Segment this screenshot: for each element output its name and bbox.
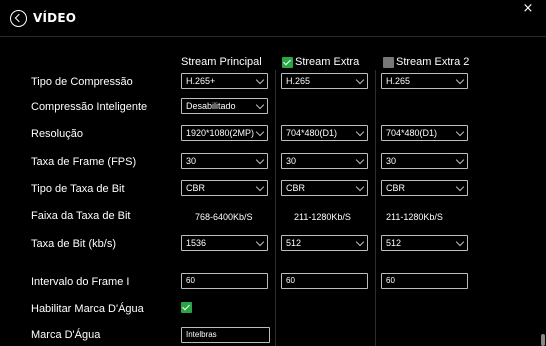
select-value: 30 [186, 156, 197, 166]
chevron-down-icon [355, 237, 365, 247]
chevron-down-icon [455, 182, 465, 192]
column-header-label: Stream Extra 2 [396, 56, 470, 68]
select-value: 704*480(D1) [386, 128, 438, 138]
title-bar: VÍDEO × [0, 0, 546, 36]
bitrate-range-extra: 211-1280Kb/S [294, 212, 351, 222]
close-icon[interactable]: × [522, 2, 534, 16]
label-frame-rate: Taxa de Frame (FPS) [31, 156, 137, 168]
column-header-stream-extra: Stream Extra [282, 56, 359, 68]
column-divider [375, 70, 376, 346]
chevron-down-icon [355, 127, 365, 137]
label-i-frame-interval: Intervalo do Frame I [31, 276, 130, 288]
chevron-down-icon [255, 182, 265, 192]
back-arrow-circle-icon[interactable] [10, 10, 27, 27]
label-bitrate-range: Faixa da Taxa de Bit [31, 210, 131, 222]
label-bitrate-type: Tipo de Taxa de Bit [31, 183, 125, 195]
scrollbar-thumb[interactable] [541, 334, 545, 346]
chevron-down-icon [255, 155, 265, 165]
i-frame-interval-input-extra2[interactable]: 60 [381, 273, 468, 289]
bitrate-type-select-extra2[interactable]: CBR [381, 180, 468, 196]
bitrate-type-select-main[interactable]: CBR [181, 180, 268, 196]
select-value: CBR [286, 183, 306, 193]
label-bitrate: Taxa de Bit (kb/s) [31, 238, 116, 250]
frame-rate-select-main[interactable]: 30 [181, 153, 268, 169]
bitrate-select-main[interactable]: 1536 [181, 235, 268, 251]
resolution-select-extra2[interactable]: 704*480(D1) [381, 125, 468, 141]
label-compression-type: Tipo de Compressão [31, 76, 133, 88]
chevron-down-icon [255, 100, 265, 110]
resolution-select-main[interactable]: 1920*1080(2MP) [181, 125, 268, 141]
frame-rate-select-extra[interactable]: 30 [281, 153, 368, 169]
select-value: H.265+ [186, 76, 216, 86]
select-value: 30 [386, 156, 397, 166]
bitrate-select-extra[interactable]: 512 [281, 235, 368, 251]
select-value: 512 [286, 238, 302, 248]
column-header-stream-principal: Stream Principal [181, 56, 262, 68]
i-frame-interval-input-extra[interactable]: 60 [281, 273, 368, 289]
select-value: 1920*1080(2MP) [186, 128, 255, 138]
column-header-label: Stream Principal [181, 56, 262, 68]
bitrate-select-extra2[interactable]: 512 [381, 235, 468, 251]
chevron-down-icon [255, 75, 265, 85]
bitrate-range-extra2: 211-1280Kb/S [386, 212, 443, 222]
column-divider [275, 70, 276, 346]
compression-type-select-extra2[interactable]: H.265 [381, 73, 468, 89]
column-header-stream-extra-2: Stream Extra 2 [383, 56, 469, 68]
bitrate-type-select-extra[interactable]: CBR [281, 180, 368, 196]
watermark-text-input[interactable]: Intelbras [181, 327, 270, 343]
chevron-down-icon [255, 237, 265, 247]
select-value: H.265 [286, 76, 311, 86]
enable-watermark-checkbox[interactable] [181, 302, 192, 313]
chevron-down-icon [455, 75, 465, 85]
select-value: CBR [386, 183, 406, 193]
chevron-down-icon [355, 75, 365, 85]
select-value: 1536 [186, 238, 207, 248]
stream-extra-2-checkbox[interactable] [383, 56, 394, 68]
select-value: H.265 [386, 76, 411, 86]
label-resolution: Resolução [31, 128, 83, 140]
chevron-down-icon [455, 237, 465, 247]
bitrate-range-main: 768-6400Kb/S [195, 212, 253, 222]
chevron-down-icon [255, 127, 265, 137]
chevron-down-icon [355, 155, 365, 165]
i-frame-interval-input-main[interactable]: 60 [181, 273, 268, 289]
compression-type-select-main[interactable]: H.265+ [181, 73, 268, 89]
label-smart-compression: Compressão Inteligente [31, 101, 148, 113]
label-enable-watermark: Habilitar Marca D'Água [31, 303, 144, 315]
column-header-label: Stream Extra [295, 56, 360, 68]
page-title: VÍDEO [33, 11, 77, 25]
frame-rate-select-extra2[interactable]: 30 [381, 153, 468, 169]
compression-type-select-extra[interactable]: H.265 [281, 73, 368, 89]
chevron-down-icon [455, 155, 465, 165]
chevron-down-icon [455, 127, 465, 137]
chevron-down-icon [355, 182, 365, 192]
stream-extra-checkbox[interactable] [282, 56, 293, 68]
select-value: 30 [286, 156, 297, 166]
select-value: Desabilitado [186, 101, 236, 111]
select-value: 704*480(D1) [286, 128, 338, 138]
label-watermark: Marca D'Água [31, 329, 101, 341]
select-value: CBR [186, 183, 206, 193]
smart-compression-select[interactable]: Desabilitado [181, 98, 268, 114]
title-divider [0, 36, 546, 37]
resolution-select-extra[interactable]: 704*480(D1) [281, 125, 368, 141]
select-value: 512 [386, 238, 402, 248]
